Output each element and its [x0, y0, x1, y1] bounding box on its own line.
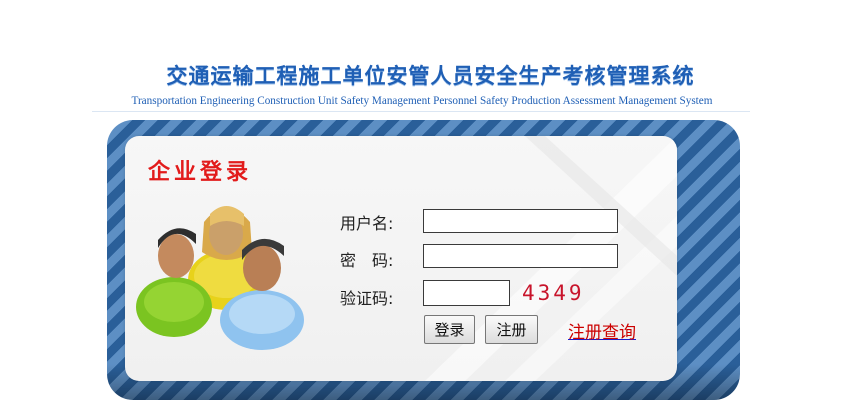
page-title-cn: 交通运输工程施工单位安管人员安全生产考核管理系统: [166, 64, 695, 88]
username-label: 用户名:: [340, 214, 394, 233]
login-title: 企业登录: [148, 159, 253, 185]
registration-query-link[interactable]: 注册查询: [568, 318, 636, 343]
password-label: 密 码:: [340, 251, 394, 270]
username-input[interactable]: [423, 209, 618, 233]
password-input[interactable]: [423, 244, 618, 268]
register-button[interactable]: 注册: [485, 315, 538, 344]
captcha-image[interactable]: 4349: [522, 281, 585, 305]
captcha-label: 验证码:: [340, 289, 394, 308]
people-group-icon: [136, 206, 304, 350]
captcha-input[interactable]: [423, 280, 510, 306]
login-button[interactable]: 登录: [424, 315, 475, 344]
title-divider: [92, 111, 750, 112]
page-title-en: Transportation Engineering Construction …: [131, 95, 713, 107]
